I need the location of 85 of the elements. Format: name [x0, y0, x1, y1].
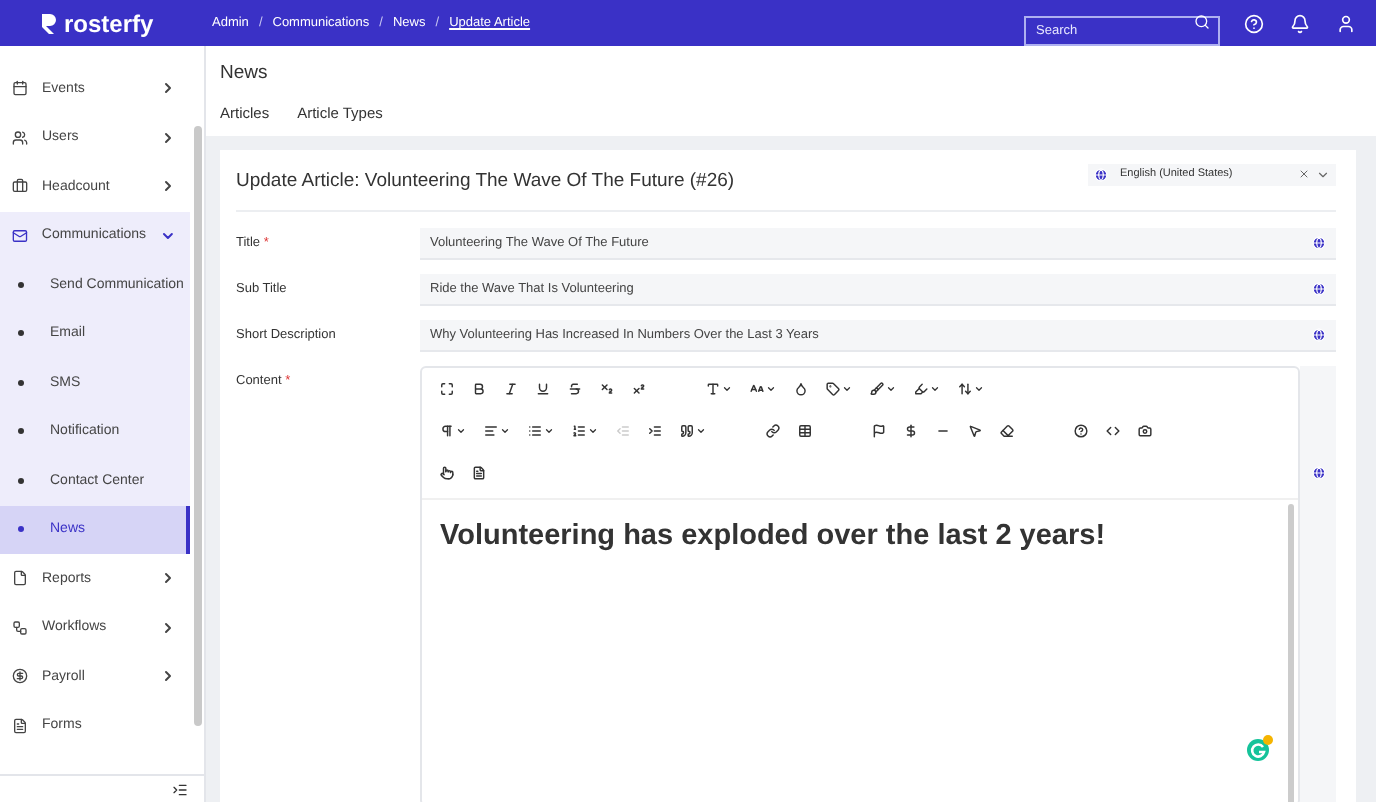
fullscreen-button[interactable] [440, 382, 454, 396]
caret-icon [588, 426, 598, 436]
droplet-button[interactable] [794, 382, 808, 396]
chevron-down-icon [160, 227, 176, 244]
caret-icon [722, 384, 732, 394]
bullet-icon [18, 477, 24, 484]
caret-icon [766, 384, 776, 394]
caret-icon [974, 384, 984, 394]
calendar-icon [12, 80, 28, 97]
indent-button[interactable] [648, 424, 662, 438]
page-title: News [220, 62, 270, 84]
highlighter-button[interactable] [914, 382, 940, 396]
superscript-button[interactable] [632, 382, 646, 396]
tag-button[interactable] [826, 382, 852, 396]
dollar-icon [12, 668, 28, 685]
font-size-button[interactable] [750, 382, 776, 396]
logo-icon [40, 11, 58, 35]
link-button[interactable] [766, 424, 780, 438]
chevron-right-icon [160, 178, 176, 195]
scrollbar[interactable] [194, 126, 202, 726]
clear-icon[interactable] [1298, 168, 1310, 180]
search-icon[interactable] [1194, 14, 1210, 30]
subscript-button[interactable] [600, 382, 614, 396]
numbered-list-button[interactable] [572, 424, 598, 438]
brush-button[interactable] [870, 382, 896, 396]
mail-icon [12, 227, 28, 244]
hand-pointer-button[interactable] [440, 466, 454, 480]
collapse-menu-icon[interactable] [172, 781, 188, 797]
caret-icon [456, 426, 466, 436]
underline-button[interactable] [536, 382, 550, 396]
caret-icon [544, 426, 554, 436]
caret-icon [842, 384, 852, 394]
font-button[interactable] [706, 382, 732, 396]
globe-icon[interactable] [1094, 167, 1108, 181]
bullet-icon [18, 379, 24, 386]
bold-button[interactable] [472, 382, 486, 396]
bullet-icon [18, 526, 24, 533]
user-icon[interactable] [1336, 13, 1356, 33]
assistant-badge-icon [1246, 734, 1274, 762]
users-icon [12, 129, 28, 146]
help-icon[interactable] [1244, 13, 1264, 33]
scrollbar[interactable] [1288, 504, 1294, 802]
code-button[interactable] [1106, 424, 1120, 438]
chevron-right-icon [160, 668, 176, 685]
bullet-list-button[interactable] [528, 424, 554, 438]
chevron-down-icon[interactable] [1316, 167, 1330, 181]
briefcase-icon [12, 178, 28, 195]
bullet-icon [18, 281, 24, 288]
bullet-icon [18, 330, 24, 337]
dollar-button[interactable] [904, 424, 918, 438]
caret-icon [696, 426, 706, 436]
bullet-icon [18, 428, 24, 435]
camera-button[interactable] [1138, 424, 1152, 438]
table-button[interactable] [798, 424, 812, 438]
horizontal-rule-button[interactable] [936, 424, 950, 438]
flag-button[interactable] [872, 424, 886, 438]
help-button[interactable] [1074, 424, 1088, 438]
form-icon [12, 717, 28, 734]
align-left-button[interactable] [484, 424, 510, 438]
logo-text: rosterfy [64, 9, 154, 37]
editor-heading: Volunteering has exploded over the last 2 years! [440, 520, 1106, 552]
chevron-right-icon [160, 129, 176, 146]
caret-icon [886, 384, 896, 394]
globe-icon[interactable] [1312, 236, 1326, 250]
form-title: Update Article: Volunteering The Wave Of The Future (#26) [236, 169, 735, 191]
chevron-right-icon [160, 570, 176, 587]
notification-bell-icon[interactable] [1290, 13, 1310, 33]
italic-button[interactable] [504, 382, 518, 396]
eraser-button[interactable] [1000, 424, 1014, 438]
rich-text-editor[interactable]: Volunteering has exploded over the last 2 years! [420, 366, 1300, 802]
caret-icon [500, 426, 510, 436]
chevron-right-icon [160, 80, 176, 97]
globe-icon[interactable] [1311, 466, 1325, 480]
strikethrough-button[interactable] [568, 382, 582, 396]
paragraph-button[interactable] [440, 424, 466, 438]
chevron-right-icon [160, 619, 176, 636]
pointer-button[interactable] [968, 424, 982, 438]
globe-icon[interactable] [1312, 282, 1326, 296]
quote-button[interactable] [680, 424, 706, 438]
file-icon [12, 570, 28, 587]
line-height-button[interactable] [958, 382, 984, 396]
workflow-icon [12, 619, 28, 636]
document-button[interactable] [472, 466, 486, 480]
caret-icon [930, 384, 940, 394]
globe-icon[interactable] [1312, 328, 1326, 342]
